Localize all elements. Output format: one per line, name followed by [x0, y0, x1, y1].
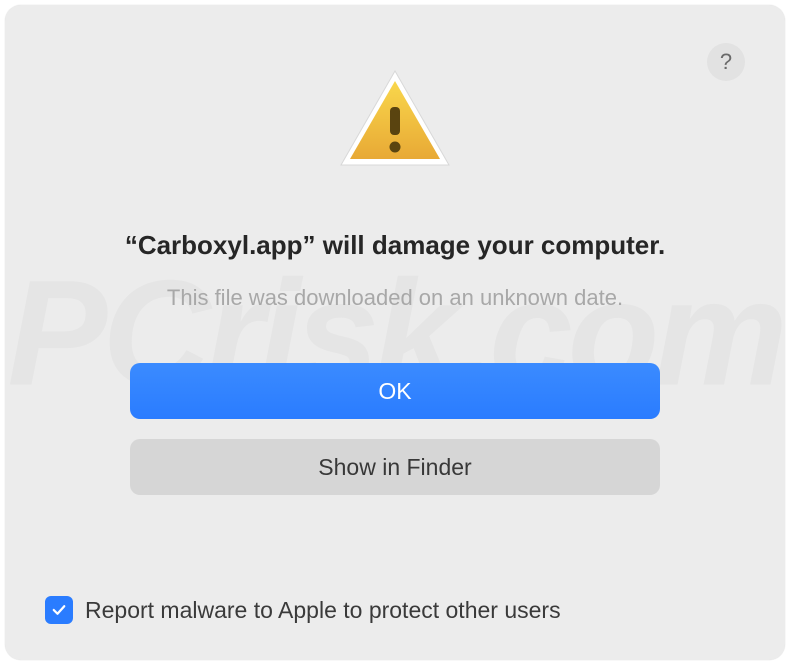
- warning-icon: [335, 65, 455, 180]
- ok-button[interactable]: OK: [130, 363, 660, 419]
- alert-dialog: PCrisk.com ? “Carboxyl.app” will damage …: [5, 5, 785, 660]
- report-checkbox-label: Report malware to Apple to protect other…: [85, 597, 561, 624]
- report-checkbox-row: Report malware to Apple to protect other…: [45, 596, 561, 624]
- checkmark-icon: [50, 601, 68, 619]
- dialog-content: “Carboxyl.app” will damage your computer…: [5, 55, 785, 495]
- dialog-title: “Carboxyl.app” will damage your computer…: [85, 230, 705, 261]
- dialog-subtitle: This file was downloaded on an unknown d…: [127, 285, 663, 311]
- show-in-finder-button[interactable]: Show in Finder: [130, 439, 660, 495]
- button-container: OK Show in Finder: [130, 363, 660, 495]
- report-checkbox[interactable]: [45, 596, 73, 624]
